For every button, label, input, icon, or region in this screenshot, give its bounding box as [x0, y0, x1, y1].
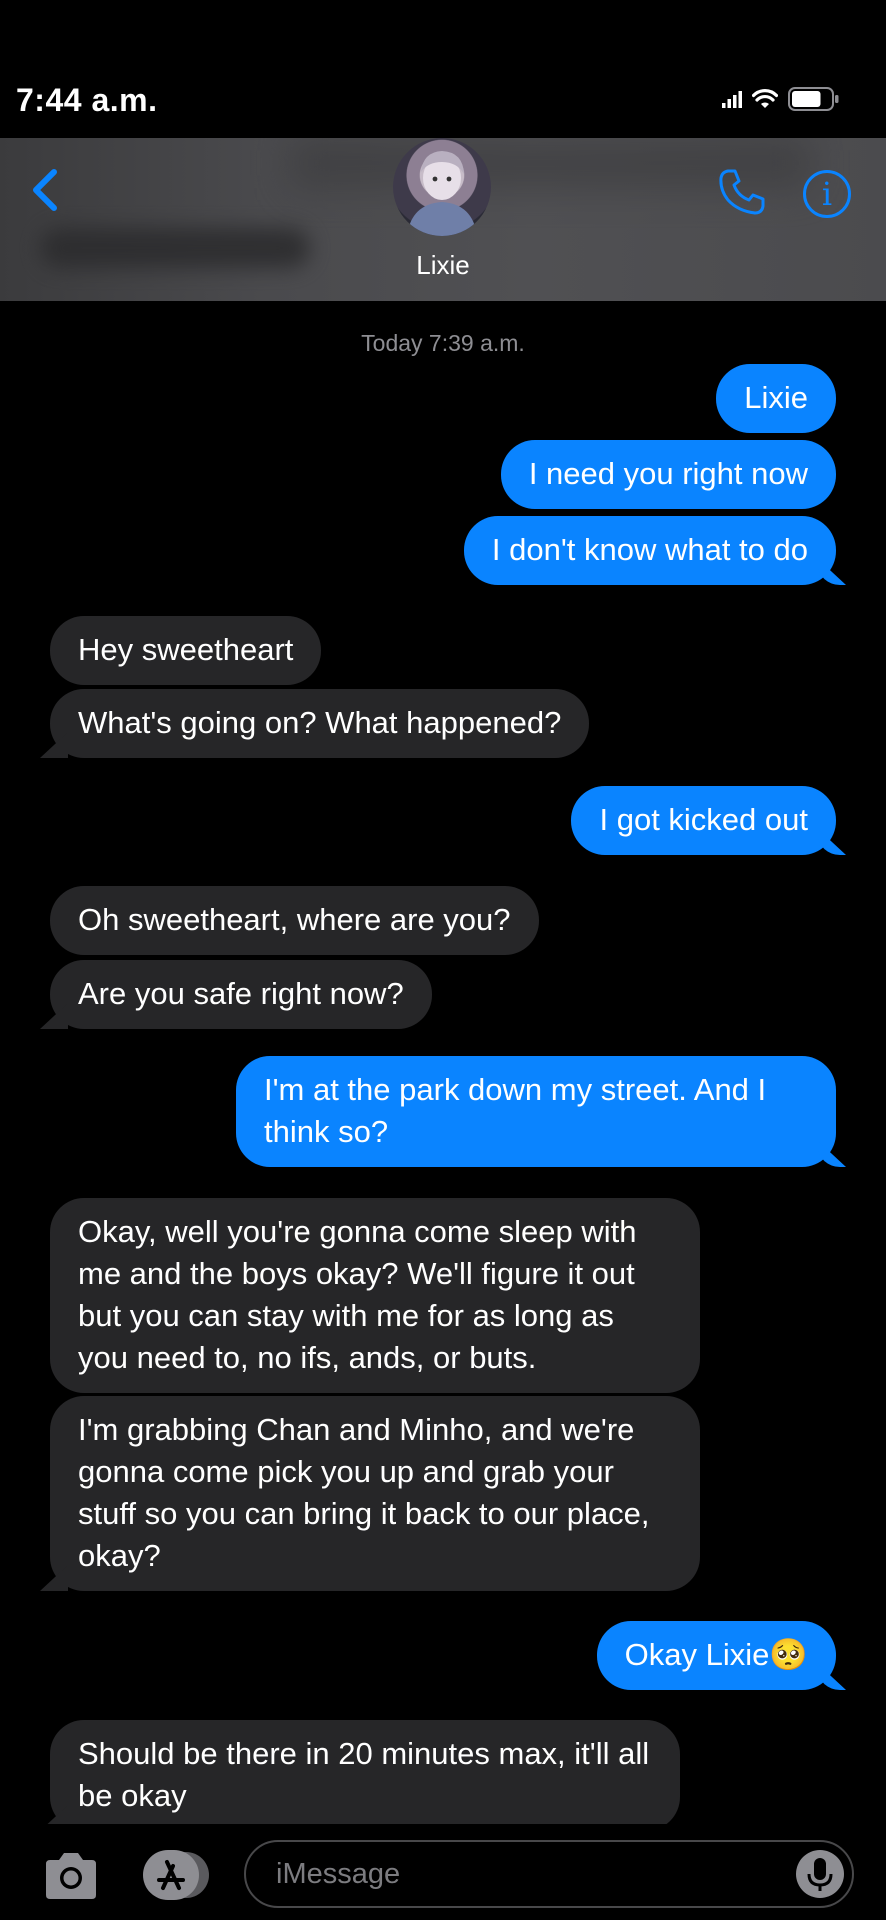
- message-bubble-sent[interactable]: Lixie: [716, 364, 836, 433]
- message-bubble-sent[interactable]: I don't know what to do: [463, 516, 836, 585]
- message-bubble-sent[interactable]: I need you right now: [500, 440, 836, 509]
- back-chevron-icon[interactable]: [28, 166, 64, 214]
- battery-icon: [788, 87, 839, 111]
- message-input-placeholder: iMessage: [276, 1858, 401, 1890]
- message-bubble-received[interactable]: What's going on? What happened?: [50, 689, 590, 758]
- pleading-face-emoji: 🥺: [769, 1637, 808, 1673]
- message-input[interactable]: iMessage: [244, 1840, 854, 1908]
- status-bar: 7:44 a.m.: [0, 0, 886, 138]
- microphone-glyph: [807, 1858, 833, 1891]
- avatar-photo: [407, 151, 477, 236]
- message-bubble-received[interactable]: Should be there in 20 minutes max, it'll…: [50, 1720, 680, 1831]
- wifi-icon: [752, 89, 778, 108]
- microphone-icon[interactable]: [796, 1850, 844, 1898]
- message-bubble-received[interactable]: Are you safe right now?: [50, 960, 432, 1029]
- contact-avatar[interactable]: [393, 138, 491, 236]
- message-bubble-received[interactable]: I'm grabbing Chan and Minho, and we're g…: [50, 1396, 700, 1591]
- message-bubble-sent[interactable]: I got kicked out: [571, 786, 836, 855]
- message-bubble-sent[interactable]: I'm at the park down my street. And I th…: [236, 1056, 836, 1167]
- cellular-signal-icon: [722, 91, 742, 108]
- status-time: 7:44 a.m.: [16, 82, 158, 118]
- message-bubble-received[interactable]: Hey sweetheart: [50, 616, 322, 685]
- contact-name[interactable]: Lixie: [0, 250, 886, 281]
- message-bubble-received[interactable]: Okay, well you're gonna come sleep with …: [50, 1198, 700, 1393]
- app-store-icon[interactable]: [143, 1850, 211, 1900]
- info-icon[interactable]: i: [803, 170, 851, 218]
- phone-icon[interactable]: [716, 166, 768, 218]
- camera-icon[interactable]: [42, 1850, 100, 1902]
- message-bubble-sent[interactable]: Okay Lixie🥺: [596, 1621, 836, 1690]
- status-icons: [722, 86, 840, 112]
- conversation-timestamp: Today 7:39 a.m.: [361, 330, 525, 356]
- message-bubble-received[interactable]: Oh sweetheart, where are you?: [50, 886, 539, 955]
- message-text: Okay Lixie: [624, 1637, 770, 1672]
